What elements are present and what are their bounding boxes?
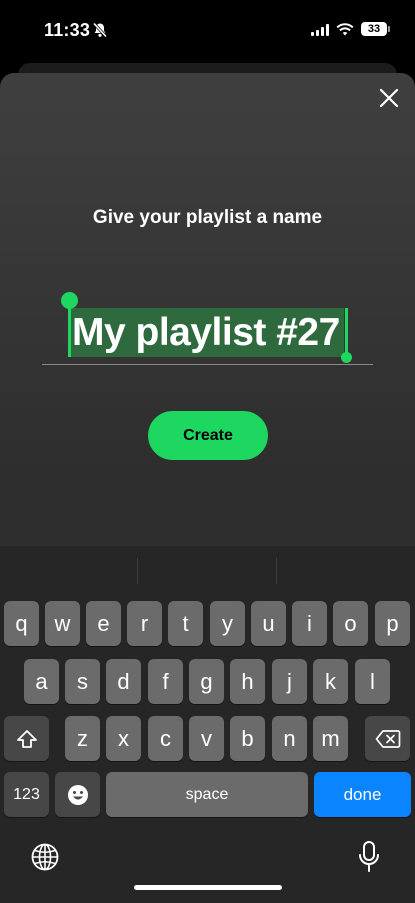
backspace-icon — [375, 729, 400, 748]
key-w[interactable]: w — [45, 601, 80, 646]
bell-slash-icon — [92, 22, 108, 38]
numbers-key[interactable]: 123 — [4, 772, 49, 817]
key-n[interactable]: n — [272, 716, 307, 761]
globe-icon[interactable] — [30, 842, 60, 872]
key-p[interactable]: p — [375, 601, 410, 646]
key-u[interactable]: u — [251, 601, 286, 646]
key-h[interactable]: h — [230, 659, 265, 704]
battery-level: 33 — [367, 23, 381, 35]
selection-start-knob[interactable] — [61, 292, 78, 309]
key-i[interactable]: i — [292, 601, 327, 646]
status-indicators: 33 — [311, 22, 390, 36]
selection-end-handle[interactable] — [345, 308, 348, 358]
suggestion-divider — [276, 558, 277, 584]
key-j[interactable]: j — [272, 659, 307, 704]
delete-key[interactable] — [365, 716, 410, 761]
key-c[interactable]: c — [148, 716, 183, 761]
key-y[interactable]: y — [210, 601, 245, 646]
selection-start-handle[interactable] — [68, 305, 71, 357]
key-r[interactable]: r — [127, 601, 162, 646]
status-time: 11:33 — [44, 20, 91, 40]
key-f[interactable]: f — [148, 659, 183, 704]
selection-end-knob[interactable] — [341, 352, 352, 363]
key-v[interactable]: v — [189, 716, 224, 761]
emoji-key[interactable] — [55, 772, 100, 817]
key-z[interactable]: z — [65, 716, 100, 761]
key-x[interactable]: x — [106, 716, 141, 761]
status-bar: 11:33 33 — [0, 0, 415, 62]
key-t[interactable]: t — [168, 601, 203, 646]
key-g[interactable]: g — [189, 659, 224, 704]
key-b[interactable]: b — [230, 716, 265, 761]
playlist-name-input[interactable]: My playlist #27 — [42, 292, 373, 365]
create-button[interactable]: Create — [148, 411, 268, 460]
microphone-icon[interactable] — [357, 840, 381, 874]
done-key[interactable]: done — [314, 772, 411, 817]
key-d[interactable]: d — [106, 659, 141, 704]
shift-key[interactable] — [4, 716, 49, 761]
wifi-icon — [336, 22, 354, 35]
key-k[interactable]: k — [313, 659, 348, 704]
key-o[interactable]: o — [333, 601, 368, 646]
suggestion-divider — [137, 558, 138, 584]
suggestion-bar — [0, 546, 415, 590]
cellular-signal-icon — [311, 23, 329, 36]
close-icon[interactable] — [377, 86, 401, 110]
home-indicator[interactable] — [134, 885, 282, 890]
space-key[interactable]: space — [106, 772, 308, 817]
shift-icon — [16, 729, 37, 748]
battery-icon: 33 — [361, 22, 390, 36]
playlist-name-value[interactable]: My playlist #27 — [68, 308, 344, 357]
key-l[interactable]: l — [355, 659, 390, 704]
key-a[interactable]: a — [24, 659, 59, 704]
emoji-icon — [67, 784, 88, 805]
key-q[interactable]: q — [4, 601, 39, 646]
key-e[interactable]: e — [86, 601, 121, 646]
name-prompt: Give your playlist a name — [92, 207, 323, 228]
key-s[interactable]: s — [65, 659, 100, 704]
key-m[interactable]: m — [313, 716, 348, 761]
keyboard: q w e r t y u i o p a s d f g h j k l z … — [0, 546, 415, 900]
